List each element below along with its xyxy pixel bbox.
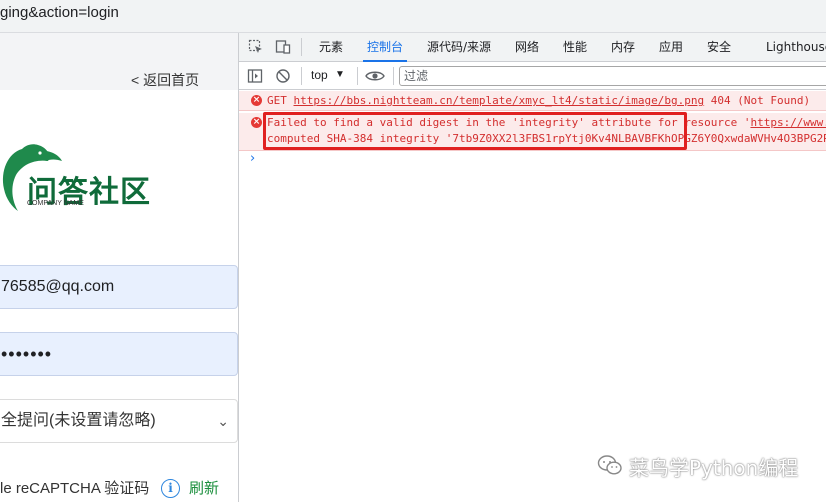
toolbar-separator — [301, 67, 302, 85]
context-dropdown-icon[interactable]: ▼ — [335, 69, 345, 80]
inspect-element-icon[interactable] — [248, 39, 264, 55]
request-method: GET — [267, 94, 287, 107]
login-page: < 返回首页 问答社区 COMPANY NAME 76585@qq.com ••… — [0, 33, 238, 502]
device-toolbar-icon[interactable] — [275, 39, 291, 55]
clear-console-icon[interactable] — [275, 68, 291, 84]
error-message: GET https://bbs.nightteam.cn/template/xm… — [267, 94, 810, 107]
live-expression-eye-icon[interactable] — [365, 68, 385, 84]
sidebar-toggle-icon[interactable] — [247, 68, 263, 84]
captcha-label: le reCAPTCHA 验证码 — [0, 480, 150, 497]
tab-application[interactable]: 应用 — [659, 33, 683, 62]
address-bar[interactable]: ging&action=login — [0, 0, 826, 33]
tab-lighthouse[interactable]: Lighthouse — [766, 33, 826, 62]
refresh-captcha-link[interactable]: 刷新 — [189, 477, 219, 498]
info-icon[interactable]: i — [161, 479, 180, 498]
tab-memory[interactable]: 内存 — [611, 33, 635, 62]
password-field[interactable]: ••••••• — [0, 332, 238, 376]
devtools-tab-bar: 元素 控制台 源代码/来源 网络 性能 内存 应用 安全 Lighthouse — [239, 33, 826, 62]
security-question-value: 全提问(未设置请忽略) — [1, 412, 156, 429]
watermark-text: 菜鸟学Python编程 — [629, 456, 799, 480]
toolbar-separator — [357, 67, 358, 85]
back-home-link[interactable]: < 返回首页 — [131, 70, 199, 90]
annotation-highlight-box — [263, 112, 687, 150]
context-select[interactable]: top — [311, 68, 328, 82]
tab-console[interactable]: 控制台 — [362, 33, 408, 62]
request-status: 404 (Not Found) — [710, 94, 811, 107]
tab-network[interactable]: 网络 — [515, 33, 539, 62]
error-icon: × — [251, 95, 262, 106]
console-filter-input[interactable]: 过滤 — [399, 66, 826, 86]
tab-separator — [301, 38, 302, 56]
logo-subtitle: COMPANY NAME — [27, 200, 84, 207]
chevron-down-icon: ⌄ — [217, 413, 229, 429]
request-url-link[interactable]: https://bbs.nightteam.cn/template/xmyc_l… — [294, 94, 705, 107]
address-url[interactable]: ging&action=login — [0, 4, 119, 21]
error-icon: × — [251, 117, 262, 128]
wechat-icon — [597, 455, 622, 475]
tab-security[interactable]: 安全 — [707, 33, 731, 62]
tab-sources[interactable]: 源代码/来源 — [427, 33, 491, 62]
console-prompt[interactable]: › — [250, 151, 255, 166]
tab-elements[interactable]: 元素 — [319, 33, 343, 62]
email-field[interactable]: 76585@qq.com — [0, 265, 238, 309]
console-error-row[interactable]: × GET https://bbs.nightteam.cn/template/… — [239, 91, 826, 111]
devtools-panel: 元素 控制台 源代码/来源 网络 性能 内存 应用 安全 Lighthouse … — [239, 33, 826, 502]
console-toolbar: top ▼ 过滤 — [239, 62, 826, 90]
security-question-select[interactable]: 全提问(未设置请忽略) ⌄ — [0, 399, 238, 443]
resource-url-link[interactable]: https://www. — [750, 116, 826, 129]
page-header: < 返回首页 — [0, 33, 238, 90]
toolbar-separator — [393, 67, 394, 85]
tab-performance[interactable]: 性能 — [563, 33, 587, 62]
